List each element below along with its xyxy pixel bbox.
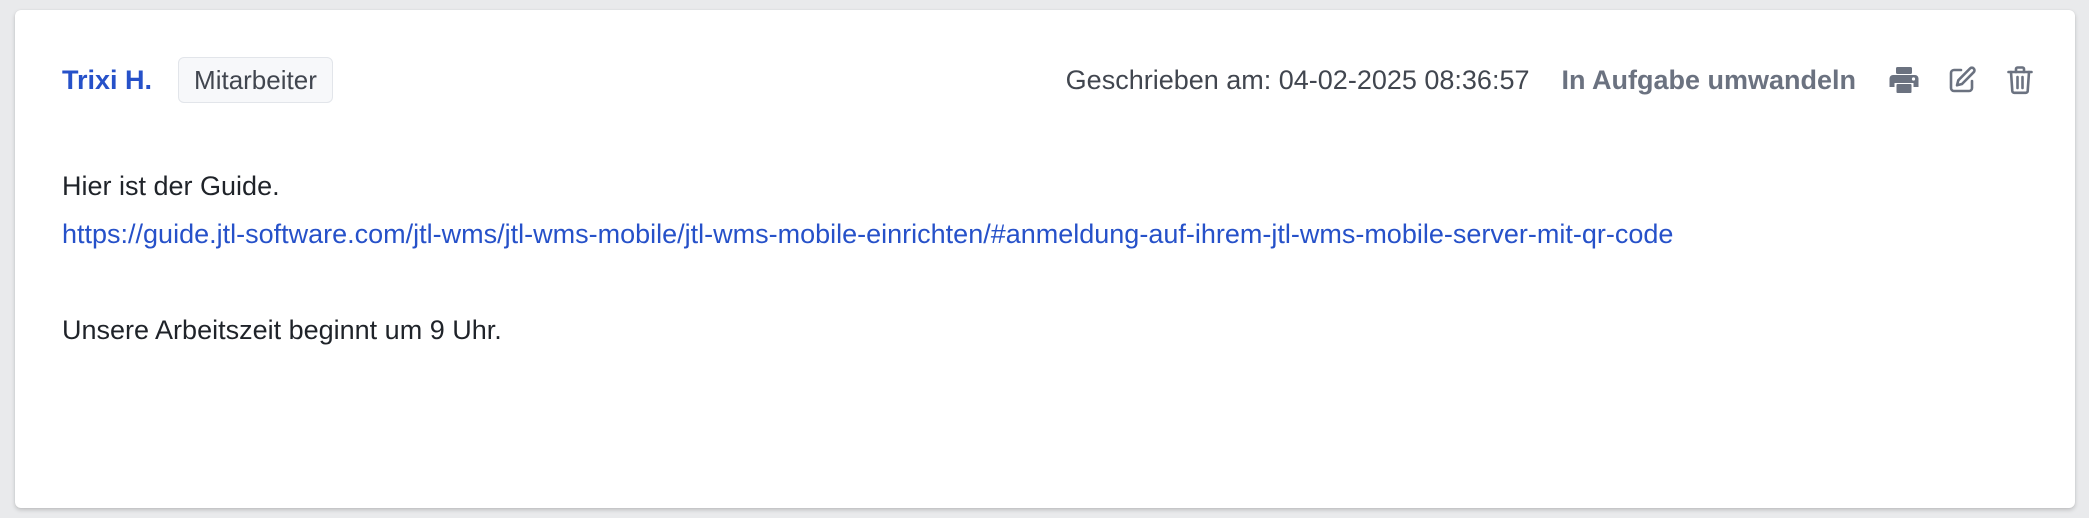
trash-icon[interactable] [2003,63,2037,97]
note-body: Hier ist der Guide. https://guide.jtl-so… [62,162,2035,354]
written-timestamp: Geschrieben am: 04-02-2025 08:36:57 [1065,64,1530,95]
edit-icon[interactable] [1945,63,1979,97]
convert-to-task-button[interactable]: In Aufgabe umwandeln [1561,65,1856,96]
guide-link[interactable]: https://guide.jtl-software.com/jtl-wms/j… [62,210,2035,258]
note-card: Trixi H. Mitarbeiter Geschrieben am: 04-… [15,10,2075,508]
role-badge: Mitarbeiter [178,57,333,103]
author-link[interactable]: Trixi H. [62,65,152,96]
printer-icon[interactable] [1887,63,1921,97]
empty-line [62,258,2035,306]
note-header: Trixi H. Mitarbeiter Geschrieben am: 04-… [62,57,2037,103]
note-text-line-2: Unsere Arbeitszeit beginnt um 9 Uhr. [62,315,502,345]
note-text-line: Hier ist der Guide. [62,171,280,201]
